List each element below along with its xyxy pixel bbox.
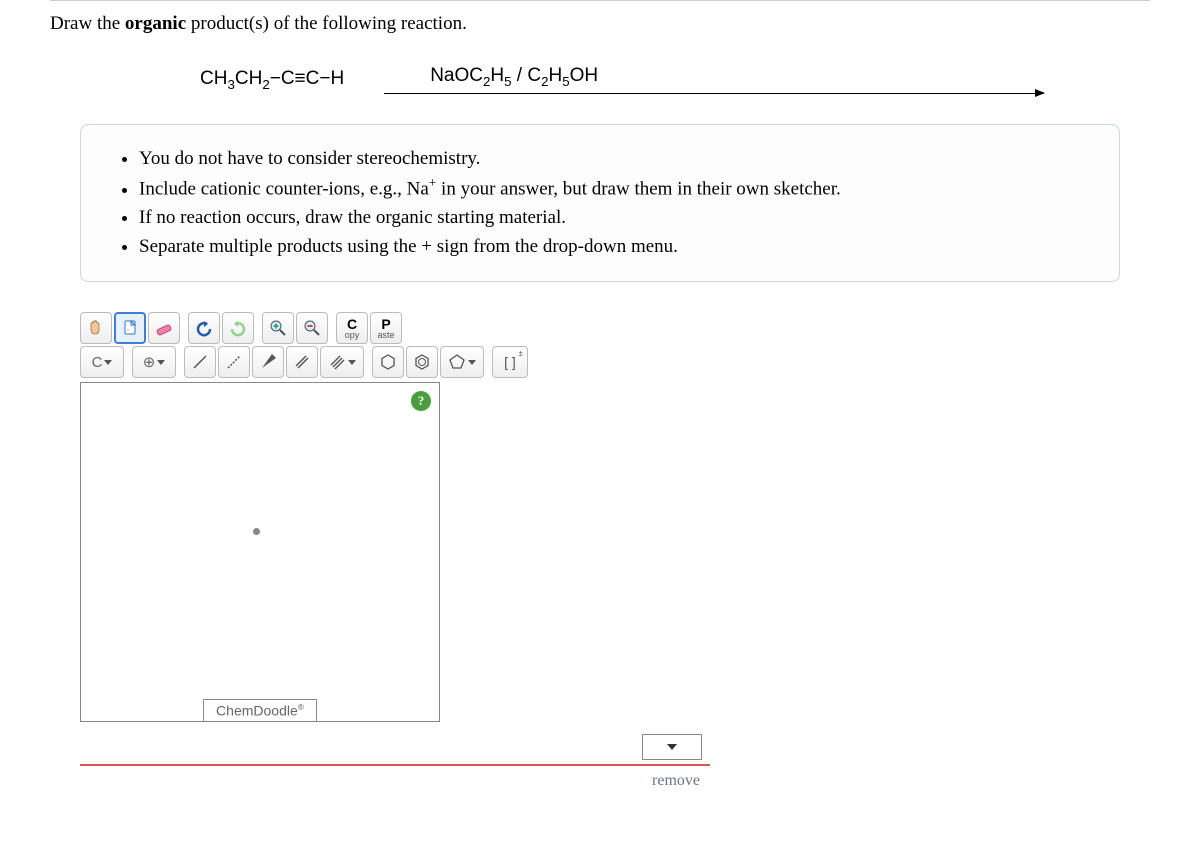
paste-label-top: P [381, 317, 390, 331]
help-button[interactable]: ? [411, 391, 431, 411]
zoom-out-button[interactable] [296, 312, 328, 344]
benzene-icon [413, 353, 431, 371]
reaction-scheme: CH3CH2−C≡C−H NaOC2H5 / C2H5OH [200, 65, 1150, 94]
toolbar-row-2: C ⊕ [80, 346, 710, 380]
copy-label-top: C [347, 317, 357, 331]
bond-picker[interactable] [320, 346, 364, 378]
zoom-in-icon [269, 319, 287, 337]
wedge-bond-icon [259, 353, 277, 371]
instructions-panel: You do not have to consider stereochemis… [80, 124, 1120, 282]
charge-picker[interactable]: ⊕ [132, 346, 176, 378]
single-bond-icon [191, 353, 209, 371]
move-tool[interactable] [80, 312, 112, 344]
single-bond-tool[interactable] [184, 346, 216, 378]
bracket-tool[interactable]: [ ]± [492, 346, 528, 378]
instruction-item: Include cationic counter-ions, e.g., Na+… [139, 173, 1089, 204]
chevron-down-icon [468, 360, 476, 365]
select-tool[interactable] [114, 312, 146, 344]
hand-icon [87, 319, 105, 337]
zoom-in-button[interactable] [262, 312, 294, 344]
dashed-bond-icon [225, 353, 243, 371]
chemdoodle-badge: ChemDoodle® [203, 699, 317, 722]
copy-label-bottom: opy [345, 331, 360, 340]
chevron-down-icon [104, 360, 112, 365]
element-c-label: C [92, 354, 103, 371]
instruction-item: Separate multiple products using the + s… [139, 233, 1089, 262]
element-picker[interactable]: C [80, 346, 124, 378]
toolbar-row-1: C opy P aste [80, 312, 710, 346]
zoom-out-icon [303, 319, 321, 337]
instruction-item: If no reaction occurs, draw the organic … [139, 204, 1089, 233]
drawing-canvas[interactable]: ? ChemDoodle® [80, 382, 440, 722]
reagent-formula: NaOC2H5 / C2H5OH [0, 65, 1044, 93]
instruction-item: You do not have to consider stereochemis… [139, 145, 1089, 174]
erase-tool[interactable] [148, 312, 180, 344]
question-prompt: Draw the organic product(s) of the follo… [50, 0, 1150, 55]
chevron-down-icon [348, 360, 356, 365]
benzene-tool[interactable] [406, 346, 438, 378]
help-icon-label: ? [418, 393, 425, 409]
redo-button[interactable] [222, 312, 254, 344]
paste-button[interactable]: P aste [370, 312, 402, 344]
chemdoodle-sketcher: C opy P aste C ⊕ [80, 312, 710, 790]
cyclohexane-tool[interactable] [372, 346, 404, 378]
pentagon-icon [448, 353, 466, 371]
wedge-bond-tool[interactable] [252, 346, 284, 378]
undo-button[interactable] [188, 312, 220, 344]
double-bond-icon [293, 353, 311, 371]
product-join-dropdown[interactable] [642, 734, 702, 760]
remove-link[interactable]: remove [80, 766, 710, 790]
paste-label-bottom: aste [377, 331, 394, 340]
triple-bond-icon [328, 353, 346, 371]
canvas-center-dot [253, 528, 260, 535]
redo-icon [229, 319, 247, 337]
hexagon-icon [379, 353, 397, 371]
copy-button[interactable]: C opy [336, 312, 368, 344]
recessed-bond-tool[interactable] [218, 346, 250, 378]
eraser-icon [155, 319, 173, 337]
reaction-arrow [384, 93, 1044, 94]
undo-icon [195, 319, 213, 337]
document-icon [121, 319, 139, 337]
chevron-down-icon [157, 360, 165, 365]
ring-picker[interactable] [440, 346, 484, 378]
double-bond-tool[interactable] [286, 346, 318, 378]
